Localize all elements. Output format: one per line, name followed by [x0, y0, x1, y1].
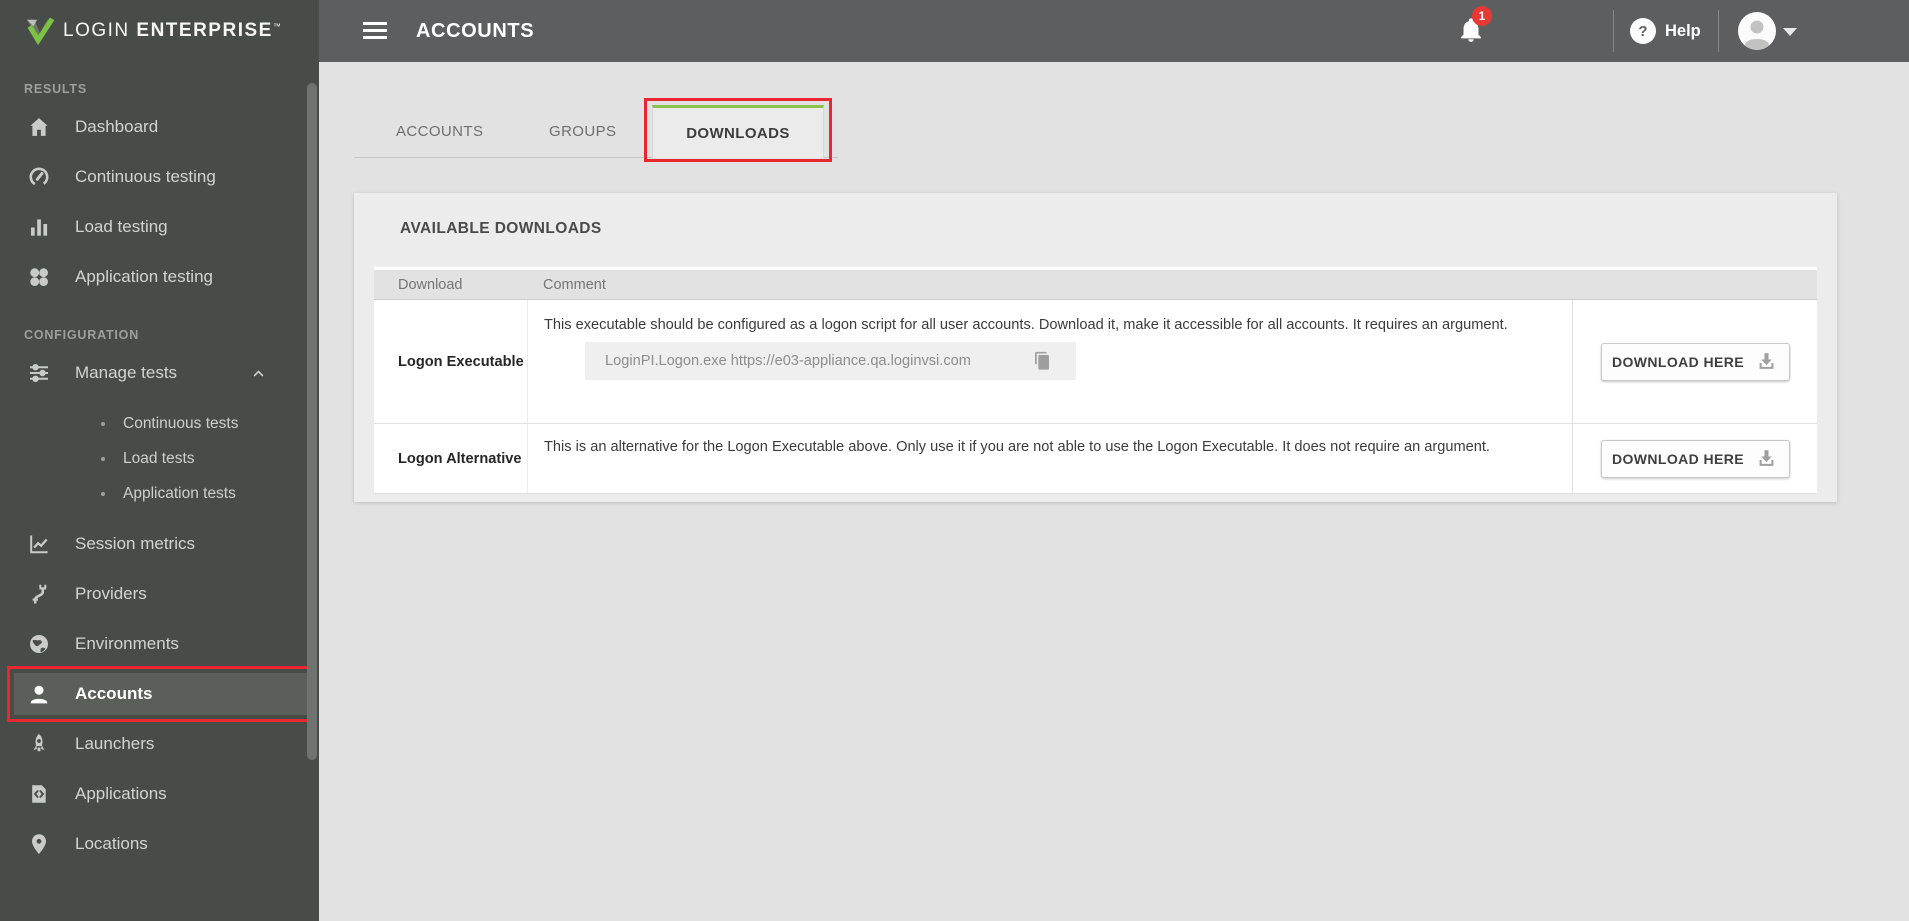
- sidebar-item-continuous-testing[interactable]: Continuous testing: [0, 152, 319, 202]
- sidebar-subitem-application-tests[interactable]: Application tests: [0, 476, 319, 511]
- sidebar: LOGIN ENTERPRISE™ RESULTS Dashboard Contin…: [0, 0, 319, 921]
- table-header-row: Download Comment: [374, 270, 1817, 300]
- rocket-icon: [27, 732, 51, 756]
- topbar-divider: [1613, 10, 1614, 52]
- download-button-label: DOWNLOAD HERE: [1612, 353, 1744, 370]
- download-button-label: DOWNLOAD HERE: [1612, 450, 1744, 467]
- sidebar-subitem-label: Application tests: [123, 484, 236, 502]
- page-title: ACCOUNTS: [416, 20, 535, 42]
- comment-cell: This is an alternative for the Logon Exe…: [527, 424, 1572, 493]
- cable-icon: [27, 582, 51, 606]
- notification-badge: 1: [1472, 6, 1492, 26]
- sidebar-nav: RESULTS Dashboard Continuous testing Load t…: [0, 62, 319, 869]
- person-icon: [27, 682, 51, 706]
- logo-text: LOGIN ENTERPRISE™: [63, 20, 283, 41]
- tab-accounts[interactable]: ACCOUNTS: [396, 123, 483, 140]
- sidebar-item-applications[interactable]: Applications: [0, 769, 319, 819]
- sidebar-item-label: Manage tests: [75, 363, 178, 382]
- globe-icon: [27, 632, 51, 656]
- bullet-icon: [101, 456, 105, 461]
- sidebar-item-launchers[interactable]: Launchers: [0, 719, 319, 769]
- sidebar-scrollbar-thumb[interactable]: [307, 83, 317, 760]
- sidebar-item-load-testing[interactable]: Load testing: [0, 202, 319, 252]
- bullet-icon: [101, 421, 105, 426]
- bullet-icon: [101, 491, 105, 496]
- sidebar-item-label: Providers: [75, 584, 147, 603]
- user-icon: [1745, 20, 1769, 50]
- help-button[interactable]: ? Help: [1630, 18, 1701, 44]
- sidebar-item-session-metrics[interactable]: Session metrics: [0, 519, 319, 569]
- help-icon: ?: [1630, 18, 1656, 44]
- command-text: LoginPI.Logon.exe https://e03-appliance.…: [605, 353, 971, 369]
- sidebar-item-providers[interactable]: Providers: [0, 569, 319, 619]
- code-file-icon: [27, 782, 51, 806]
- help-label: Help: [1665, 21, 1701, 40]
- tab-bar: ACCOUNTS GROUPS DOWNLOADS: [354, 98, 838, 168]
- sidebar-item-dashboard[interactable]: Dashboard: [0, 102, 319, 152]
- sidebar-item-accounts[interactable]: Accounts: [7, 666, 315, 722]
- annotation-downloads-tab: DOWNLOADS: [644, 98, 832, 162]
- chevron-down-icon[interactable]: [1783, 28, 1797, 36]
- sidebar-subitem-label: Load tests: [123, 449, 195, 467]
- panel-title: AVAILABLE DOWNLOADS: [400, 220, 602, 237]
- chevron-up-icon[interactable]: [250, 365, 267, 382]
- sidebar-item-label: Accounts: [75, 684, 153, 703]
- comment-text: This is an alternative for the Logon Exe…: [544, 439, 1490, 455]
- download-name: Logon Executable: [398, 353, 524, 370]
- command-box: LoginPI.Logon.exe https://e03-appliance.…: [585, 342, 1076, 380]
- nav-section-configuration: CONFIGURATION: [24, 328, 140, 342]
- downloads-table: Download Comment Logon Executable This e…: [374, 267, 1817, 494]
- sidebar-item-environments[interactable]: Environments: [0, 619, 319, 669]
- sidebar-item-label: Locations: [75, 834, 148, 853]
- sidebar-item-label: Launchers: [75, 734, 155, 753]
- menu-icon[interactable]: [363, 22, 387, 43]
- sidebar-item-application-testing[interactable]: Application testing: [0, 252, 319, 302]
- action-cell: DOWNLOAD HERE: [1572, 424, 1817, 493]
- apps-icon: [27, 265, 51, 289]
- sidebar-item-label: Application testing: [75, 267, 213, 286]
- map-pin-icon: [27, 832, 51, 856]
- avatar[interactable]: [1738, 12, 1776, 50]
- comment-text: This executable should be configured as …: [544, 317, 1508, 333]
- column-header-comment: Comment: [543, 276, 606, 293]
- download-icon: [1755, 350, 1778, 373]
- tab-groups[interactable]: GROUPS: [549, 123, 616, 140]
- download-icon: [1755, 447, 1778, 470]
- topbar-divider: [1718, 10, 1719, 52]
- sidebar-item-label: Environments: [75, 634, 179, 653]
- download-here-button[interactable]: DOWNLOAD HERE: [1600, 342, 1790, 381]
- sidebar-subitem-continuous-tests[interactable]: Continuous tests: [0, 406, 319, 441]
- download-name: Logon Alternative: [398, 450, 522, 467]
- sidebar-item-label: Applications: [75, 784, 167, 803]
- comment-cell: This executable should be configured as …: [527, 300, 1572, 423]
- sidebar-subitem-load-tests[interactable]: Load tests: [0, 441, 319, 476]
- home-icon: [27, 115, 51, 139]
- sidebar-subitem-label: Continuous tests: [123, 414, 239, 432]
- copy-icon[interactable]: [1032, 349, 1053, 373]
- sidebar-item-label: Session metrics: [75, 534, 195, 553]
- logo-check-icon: [26, 17, 55, 45]
- notifications-button[interactable]: 1: [1457, 6, 1492, 46]
- sidebar-item-label: Load testing: [75, 217, 168, 236]
- gauge-icon: [27, 165, 51, 189]
- sidebar-item-locations[interactable]: Locations: [0, 819, 319, 869]
- main-content: ACCOUNTS GROUPS DOWNLOADS AVAILABLE DOWN…: [319, 62, 1909, 921]
- action-cell: DOWNLOAD HERE: [1572, 300, 1817, 423]
- column-header-download: Download: [398, 276, 463, 293]
- available-downloads-panel: AVAILABLE DOWNLOADS Download Comment Log…: [354, 193, 1837, 502]
- app-logo[interactable]: LOGIN ENTERPRISE™: [0, 0, 319, 62]
- sidebar-item-label: Dashboard: [75, 117, 159, 136]
- sidebar-item-label: Continuous testing: [75, 167, 216, 186]
- topbar: ACCOUNTS 1 ? Help: [319, 0, 1909, 62]
- tune-icon: [27, 361, 51, 385]
- table-row-logon-executable: Logon Executable This executable should …: [374, 300, 1817, 424]
- line-chart-icon: [27, 532, 51, 556]
- table-row-logon-alternative: Logon Alternative This is an alternative…: [374, 424, 1817, 494]
- bar-chart-icon: [27, 215, 51, 239]
- tab-downloads[interactable]: DOWNLOADS: [652, 105, 824, 158]
- download-here-button[interactable]: DOWNLOAD HERE: [1600, 439, 1790, 478]
- sidebar-item-manage-tests[interactable]: Manage tests: [0, 348, 319, 398]
- nav-section-results: RESULTS: [24, 82, 88, 96]
